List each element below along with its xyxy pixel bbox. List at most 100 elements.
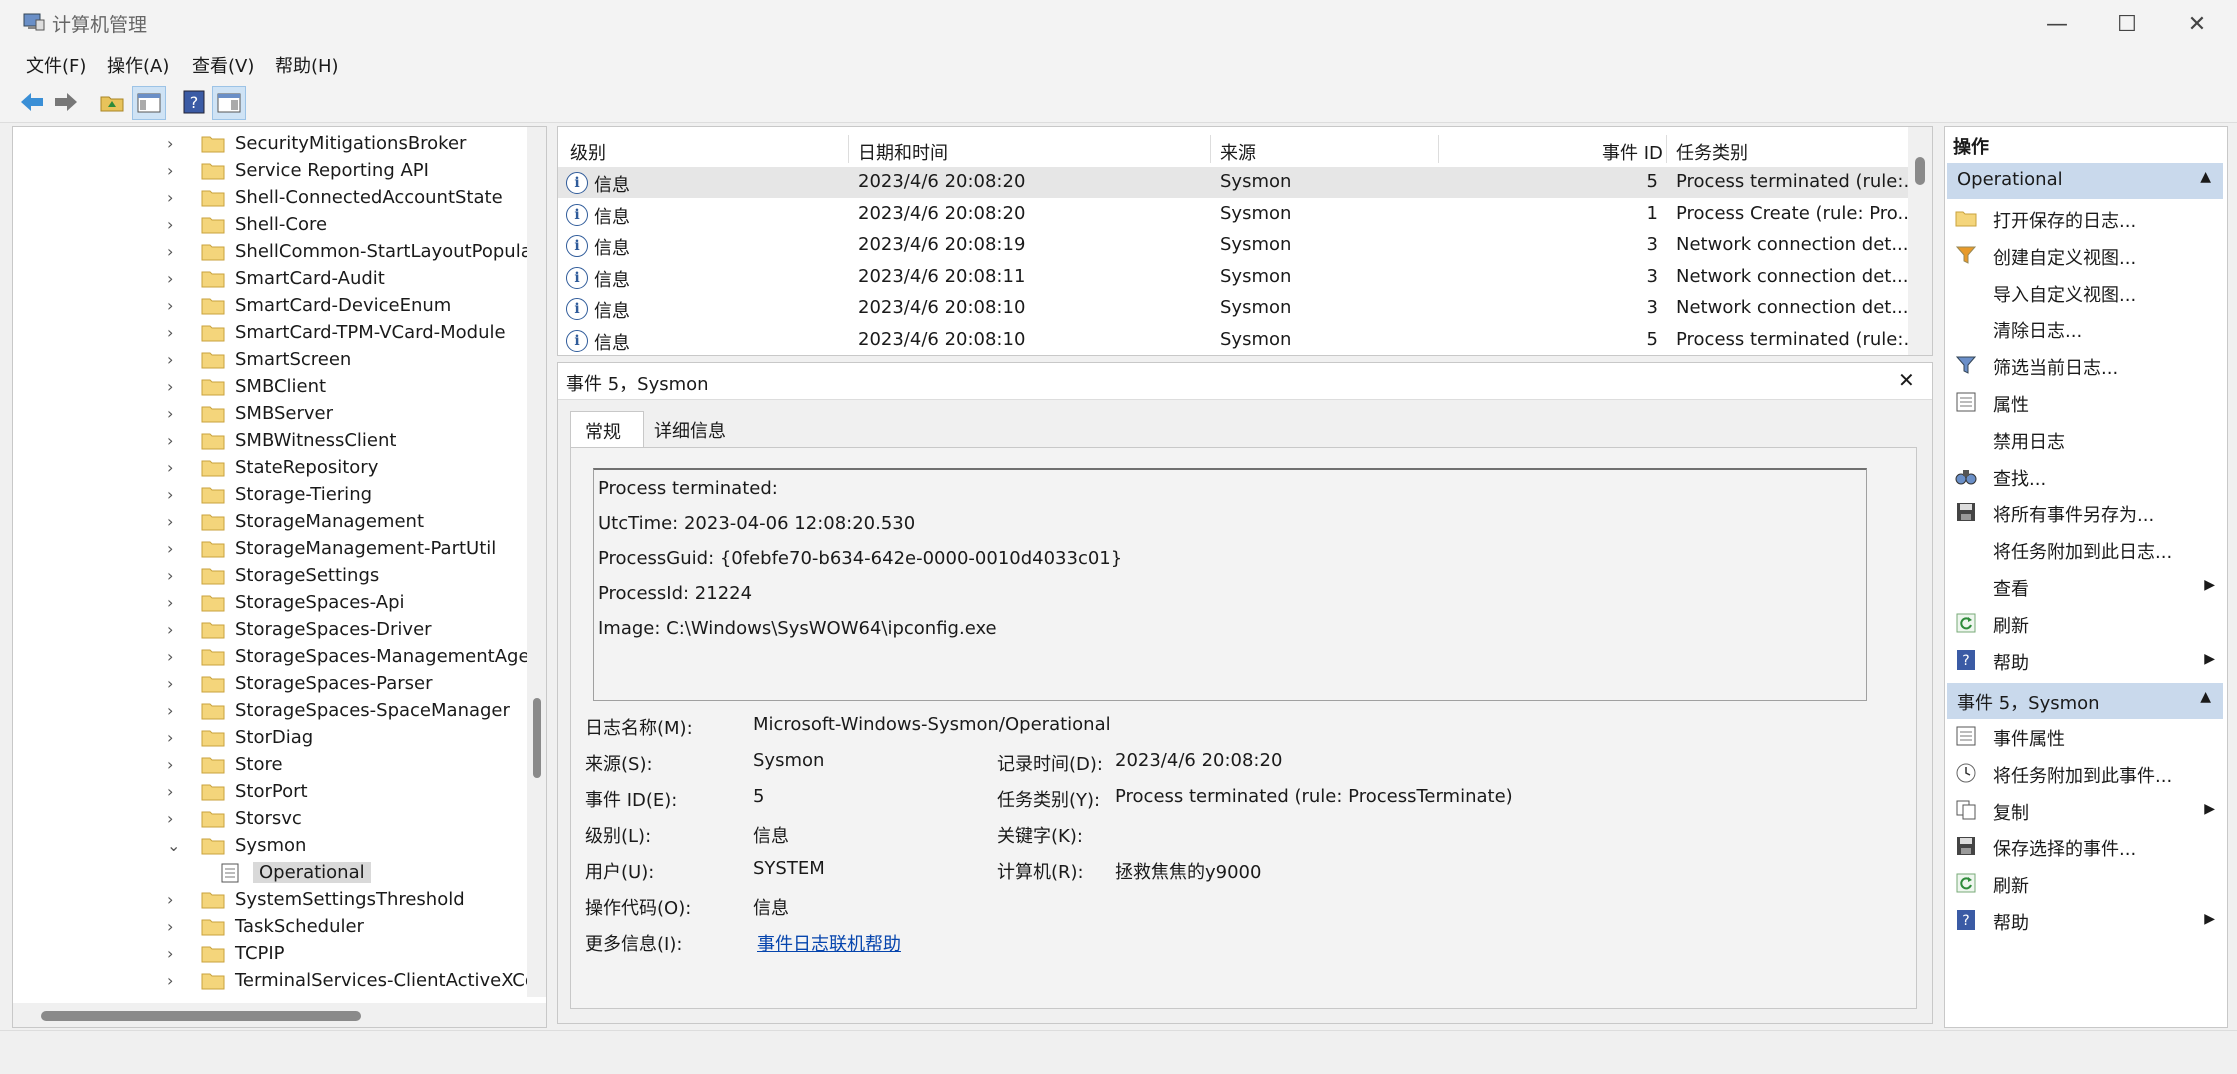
event-row[interactable]: i 信息 2023/4/6 20:08:10 Sysmon 3 Network conne… <box>558 293 1909 324</box>
action-item[interactable]: 查找... <box>1945 459 2225 495</box>
tree-item[interactable]: Operational <box>13 860 533 887</box>
chevron-right-icon[interactable]: › <box>167 755 173 774</box>
chevron-right-icon[interactable]: › <box>167 593 173 612</box>
chevron-right-icon[interactable]: › <box>167 890 173 909</box>
chevron-right-icon[interactable]: › <box>167 512 173 531</box>
action-item[interactable]: 刷新 <box>1945 606 2225 642</box>
chevron-right-icon[interactable]: › <box>167 431 173 450</box>
collapse-icon[interactable]: ▲ <box>2200 689 2211 705</box>
action-item[interactable]: 查看 ▶ <box>1945 569 2225 605</box>
chevron-down-icon[interactable]: ⌄ <box>167 836 180 855</box>
minimize-button[interactable]: — <box>2022 0 2092 48</box>
column-header-datetime[interactable]: 日期和时间 <box>858 139 948 165</box>
action-item[interactable]: 将任务附加到此事件... <box>1945 756 2225 792</box>
column-header-event-id[interactable]: 事件 ID <box>1602 139 1663 165</box>
chevron-right-icon[interactable]: › <box>167 647 173 666</box>
chevron-right-icon[interactable]: › <box>167 566 173 585</box>
tree-item[interactable]: › SMBClient <box>13 374 533 401</box>
event-row[interactable]: i 信息 2023/4/6 20:08:19 Sysmon 3 Network conne… <box>558 230 1909 261</box>
tree-horizontal-scrollbar[interactable] <box>13 1003 546 1027</box>
chevron-right-icon[interactable]: › <box>167 701 173 720</box>
chevron-right-icon[interactable]: › <box>167 782 173 801</box>
tree-item[interactable]: › StorageSpaces-Api <box>13 590 533 617</box>
close-detail-icon[interactable]: ✕ <box>1898 368 1915 392</box>
tree-item[interactable]: › StorDiag <box>13 725 533 752</box>
action-item[interactable]: 禁用日志 <box>1945 422 2225 458</box>
action-item[interactable]: 打开保存的日志... <box>1945 201 2225 237</box>
tree-item[interactable]: › SMBWitnessClient <box>13 428 533 455</box>
chevron-right-icon[interactable]: › <box>167 944 173 963</box>
chevron-right-icon[interactable]: › <box>167 485 173 504</box>
tree-vertical-scrollbar[interactable] <box>527 127 546 997</box>
chevron-right-icon[interactable]: › <box>167 350 173 369</box>
action-item[interactable]: ? 帮助 ▶ <box>1945 643 2225 679</box>
chevron-right-icon[interactable]: › <box>167 269 173 288</box>
chevron-right-icon[interactable]: › <box>167 242 173 261</box>
tree-item[interactable]: › StorageSpaces-SpaceManager <box>13 698 533 725</box>
actions-section-log[interactable]: Operational ▲ <box>1947 163 2223 199</box>
show-hide-action-pane-icon[interactable] <box>212 86 246 120</box>
action-item[interactable]: 清除日志... <box>1945 311 2225 347</box>
show-hide-tree-icon[interactable] <box>132 86 166 120</box>
chevron-right-icon[interactable]: › <box>167 674 173 693</box>
column-header-source[interactable]: 来源 <box>1220 139 1256 165</box>
event-row[interactable]: i 信息 2023/4/6 20:08:11 Sysmon 3 Network conne… <box>558 262 1909 293</box>
tree-item[interactable]: › SmartCard-TPM-VCard-Module <box>13 320 533 347</box>
tree-item[interactable]: › Service Reporting API <box>13 158 533 185</box>
maximize-button[interactable]: ☐ <box>2092 0 2162 48</box>
menu-view[interactable]: 查看(V) <box>192 52 254 78</box>
chevron-right-icon[interactable]: › <box>167 215 173 234</box>
tree-item[interactable]: › SystemSettingsThreshold <box>13 887 533 914</box>
tree-scroll-thumb[interactable] <box>533 698 541 778</box>
tree-item[interactable]: › StorageManagement <box>13 509 533 536</box>
actions-section-event[interactable]: 事件 5，Sysmon ▲ <box>1947 683 2223 719</box>
tree-item[interactable]: › TaskScheduler <box>13 914 533 941</box>
chevron-right-icon[interactable]: › <box>167 323 173 342</box>
action-item[interactable]: 创建自定义视图... <box>1945 238 2225 274</box>
action-item[interactable]: ? 帮助 ▶ <box>1945 903 2225 939</box>
chevron-right-icon[interactable]: › <box>167 134 173 153</box>
tree-item[interactable]: › Storage-Tiering <box>13 482 533 509</box>
event-row[interactable]: i 信息 2023/4/6 20:08:20 Sysmon 1 Process Creat… <box>558 199 1915 230</box>
event-row[interactable]: i 信息 2023/4/6 20:08:20 Sysmon 5 Process termi… <box>558 167 1921 198</box>
help-icon[interactable]: ? <box>178 86 210 118</box>
action-item[interactable]: 保存选择的事件... <box>1945 829 2225 865</box>
chevron-right-icon[interactable]: › <box>167 377 173 396</box>
chevron-right-icon[interactable]: › <box>167 296 173 315</box>
tree-item[interactable]: › StorageSettings <box>13 563 533 590</box>
menu-action[interactable]: 操作(A) <box>107 52 169 78</box>
chevron-right-icon[interactable]: › <box>167 458 173 477</box>
tab-general[interactable]: 常规 <box>570 411 644 448</box>
chevron-right-icon[interactable]: › <box>167 917 173 936</box>
action-item[interactable]: 将所有事件另存为... <box>1945 495 2225 531</box>
tree-item[interactable]: › TCPIP <box>13 941 533 968</box>
action-item[interactable]: 筛选当前日志... <box>1945 348 2225 384</box>
chevron-right-icon[interactable]: › <box>167 188 173 207</box>
tree-item[interactable]: › SMBServer <box>13 401 533 428</box>
tree-item[interactable]: › SmartScreen <box>13 347 533 374</box>
action-item[interactable]: 导入自定义视图... <box>1945 275 2225 311</box>
tree-item[interactable]: › StateRepository <box>13 455 533 482</box>
tree-item[interactable]: › ShellCommon-StartLayoutPopulation <box>13 239 546 266</box>
event-list-scroll-thumb[interactable] <box>1915 157 1925 185</box>
online-help-link[interactable]: 事件日志联机帮助 <box>757 930 901 956</box>
chevron-right-icon[interactable]: › <box>167 404 173 423</box>
chevron-right-icon[interactable]: › <box>167 809 173 828</box>
chevron-right-icon[interactable]: › <box>167 620 173 639</box>
menu-help[interactable]: 帮助(H) <box>275 52 339 78</box>
chevron-right-icon[interactable]: › <box>167 161 173 180</box>
action-item[interactable]: 复制 ▶ <box>1945 793 2225 829</box>
chevron-right-icon[interactable]: › <box>167 728 173 747</box>
menu-file[interactable]: 文件(F) <box>26 52 86 78</box>
chevron-right-icon[interactable]: › <box>167 539 173 558</box>
tree-item[interactable]: › StorageManagement-PartUtil <box>13 536 533 563</box>
tree-item[interactable]: › SecurityMitigationsBroker <box>13 131 533 158</box>
event-row[interactable]: i 信息 2023/4/6 20:08:10 Sysmon 5 Process termi… <box>558 325 1921 356</box>
close-button[interactable]: ✕ <box>2162 0 2232 48</box>
tree-hscroll-thumb[interactable] <box>41 1011 361 1021</box>
column-header-level[interactable]: 级别 <box>570 139 606 165</box>
tree-item[interactable]: › Storsvc <box>13 806 533 833</box>
tree-item[interactable]: › StorageSpaces-Driver <box>13 617 533 644</box>
tree-item[interactable]: › TerminalServices-ClientActiveXCore <box>13 968 546 995</box>
column-header-task-category[interactable]: 任务类别 <box>1676 139 1748 165</box>
